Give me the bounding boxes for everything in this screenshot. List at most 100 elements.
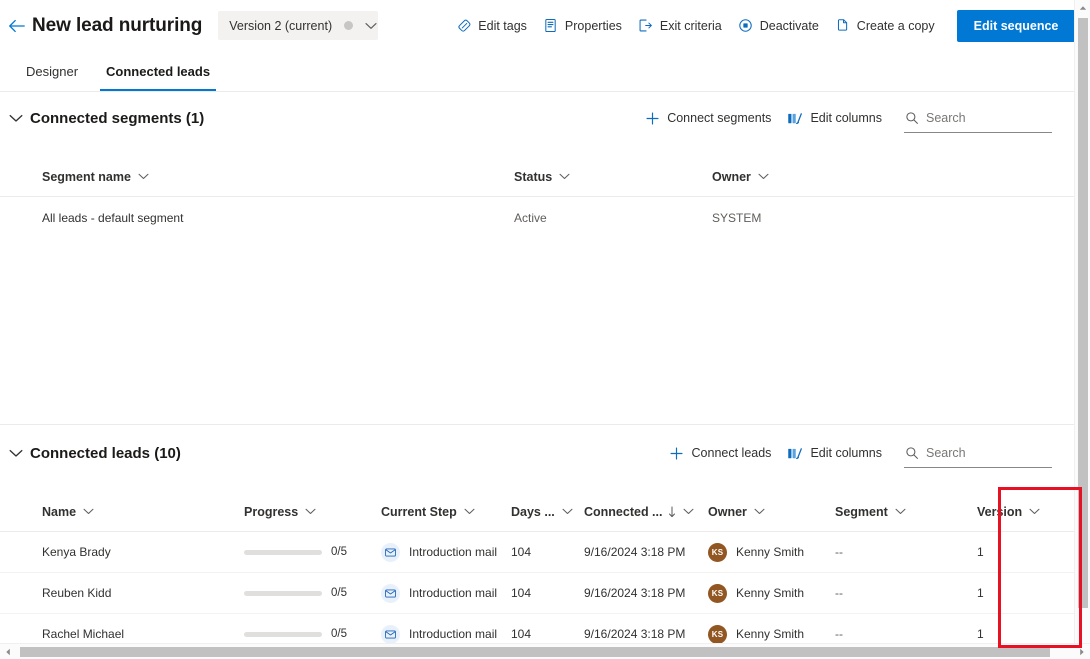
segments-search-box[interactable] [904, 103, 1052, 133]
version-status-dot [344, 21, 354, 30]
chevron-down-icon [305, 508, 316, 515]
exit-icon [638, 18, 654, 34]
cell-owner: KS Kenny Smith [708, 583, 835, 603]
chevron-down-icon [1029, 508, 1040, 515]
chevron-down-icon [562, 508, 573, 515]
cell-connected: 9/16/2024 3:18 PM [584, 586, 686, 600]
column-header-progress[interactable]: Progress [244, 505, 381, 519]
connect-segments-label: Connect segments [667, 111, 772, 125]
mail-icon [381, 583, 400, 603]
column-header-segment-label: Segment [835, 504, 888, 519]
chevron-down-icon [464, 508, 475, 515]
command-bar: New lead nurturing Version 2 (current) E… [0, 0, 1076, 51]
deactivate-button[interactable]: Deactivate [730, 9, 827, 43]
progress-label: 0/5 [331, 587, 347, 599]
exit-criteria-button[interactable]: Exit criteria [630, 9, 730, 43]
progress-bar [244, 631, 322, 637]
chevron-down-icon [559, 173, 570, 180]
edit-tags-label: Edit tags [478, 18, 527, 33]
edit-columns-segments-button[interactable]: Edit columns [779, 102, 890, 134]
current-step-label: Introduction mail [409, 627, 498, 641]
horizontal-scrollbar-track[interactable] [16, 644, 1074, 659]
plus-icon [644, 110, 660, 126]
edit-tags-button[interactable]: Edit tags [448, 9, 535, 43]
current-step-label: Introduction mail [409, 586, 498, 600]
chevron-down-icon [8, 445, 24, 461]
leads-search-input[interactable] [926, 445, 1052, 460]
connected-leads-grid: Name Progress Current Step Days ... Conn… [0, 492, 1074, 655]
chevron-down-icon [683, 508, 695, 515]
tab-designer[interactable]: Designer [16, 51, 88, 91]
connected-segments-grid: Segment name Status Owner All leads - de… [0, 157, 1074, 238]
horizontal-scrollbar[interactable] [0, 643, 1090, 659]
tag-icon [456, 18, 472, 34]
connected-segments-collapse-toggle[interactable]: Connected segments (1) [0, 110, 204, 127]
connected-leads-toolbar: Connect leads Edit columns [661, 437, 1074, 469]
cell-owner: KS Kenny Smith [708, 542, 835, 562]
create-a-copy-button[interactable]: Create a copy [827, 9, 943, 43]
vertical-scrollbar-thumb[interactable] [1078, 18, 1088, 608]
sort-descending-icon [668, 505, 676, 518]
scroll-left-arrow-icon[interactable] [0, 648, 16, 656]
table-row[interactable]: Kenya Brady 0/5 Introduction mail 104 9/… [0, 532, 1074, 573]
column-header-segment-name[interactable]: Segment name [0, 170, 514, 184]
column-header-owner[interactable]: Owner [708, 505, 835, 519]
connect-segments-button[interactable]: Connect segments [636, 102, 779, 134]
connect-leads-button[interactable]: Connect leads [661, 437, 780, 469]
segments-grid-header: Segment name Status Owner [0, 157, 1074, 197]
sequence-detail-page: New lead nurturing Version 2 (current) E… [0, 0, 1090, 659]
progress-label: 0/5 [331, 628, 347, 640]
cell-owner: KS Kenny Smith [708, 624, 835, 644]
create-a-copy-label: Create a copy [856, 18, 935, 33]
connect-leads-label: Connect leads [691, 446, 772, 460]
column-header-segment-name-label: Segment name [42, 169, 131, 184]
current-step-label: Introduction mail [409, 545, 498, 559]
cell-segment: -- [835, 586, 843, 600]
table-row[interactable]: Reuben Kidd 0/5 Introduction mail 104 9/… [0, 573, 1074, 614]
stop-circle-icon [738, 18, 754, 34]
segments-search-input[interactable] [926, 110, 1052, 125]
properties-button[interactable]: Properties [535, 9, 630, 43]
leads-search-box[interactable] [904, 438, 1052, 468]
edit-columns-leads-button[interactable]: Edit columns [779, 437, 890, 469]
scroll-up-arrow-icon[interactable] [1075, 0, 1090, 16]
chevron-down-icon [895, 508, 906, 515]
column-header-owner[interactable]: Owner [712, 170, 912, 184]
column-header-name[interactable]: Name [0, 505, 244, 519]
column-header-days-label: Days ... [511, 504, 555, 519]
column-header-current-step-label: Current Step [381, 504, 457, 519]
column-header-current-step[interactable]: Current Step [381, 505, 511, 519]
column-header-days[interactable]: Days ... [511, 505, 584, 519]
column-header-segment[interactable]: Segment [835, 505, 963, 519]
column-header-connected[interactable]: Connected ... [584, 505, 708, 519]
search-icon [904, 445, 920, 461]
tab-list: Designer Connected leads [0, 51, 1074, 92]
version-selector-label: Version 2 (current) [229, 18, 333, 33]
back-button[interactable] [8, 10, 26, 42]
cell-progress: 0/5 [244, 546, 381, 558]
connected-segments-toolbar: Connect segments Edit columns [636, 102, 1074, 134]
column-header-version[interactable]: Version [963, 505, 1063, 519]
copy-icon [835, 18, 851, 34]
scroll-right-arrow-icon[interactable] [1074, 648, 1090, 656]
horizontal-scrollbar-thumb[interactable] [20, 646, 1050, 657]
column-header-name-label: Name [42, 504, 77, 519]
version-selector[interactable]: Version 2 (current) [218, 11, 379, 40]
edit-sequence-button[interactable]: Edit sequence [956, 9, 1076, 42]
column-header-status-label: Status [514, 169, 553, 184]
connected-leads-collapse-toggle[interactable]: Connected leads (10) [0, 445, 181, 462]
cell-days: 104 [511, 627, 532, 641]
cell-version: 1 [977, 586, 984, 600]
cell-segment: -- [835, 627, 843, 641]
chevron-down-icon [365, 22, 377, 30]
vertical-scrollbar[interactable] [1074, 0, 1090, 645]
columns-icon [787, 110, 803, 126]
column-header-progress-label: Progress [244, 504, 299, 519]
table-row[interactable]: All leads - default segment Active SYSTE… [0, 197, 1074, 238]
progress-label: 0/5 [331, 546, 347, 558]
tab-connected-leads[interactable]: Connected leads [96, 51, 220, 91]
column-header-status[interactable]: Status [514, 170, 712, 184]
progress-bar [244, 549, 322, 555]
chevron-down-icon [754, 508, 765, 515]
edit-columns-leads-label: Edit columns [810, 446, 882, 460]
